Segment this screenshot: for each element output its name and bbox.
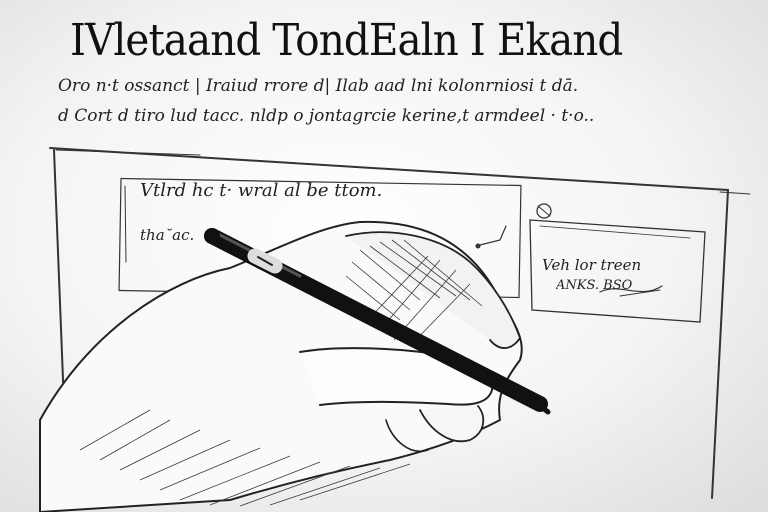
panel-scribble-1: Vtlrd hc t· wral al be ttom. (140, 180, 383, 201)
side-panel-scribble-2: ANKS. BSO (556, 278, 633, 293)
side-panel-scribble-1: Veh lor treen (542, 256, 642, 274)
panel-scribble-2: tha˘ac. (140, 226, 195, 244)
